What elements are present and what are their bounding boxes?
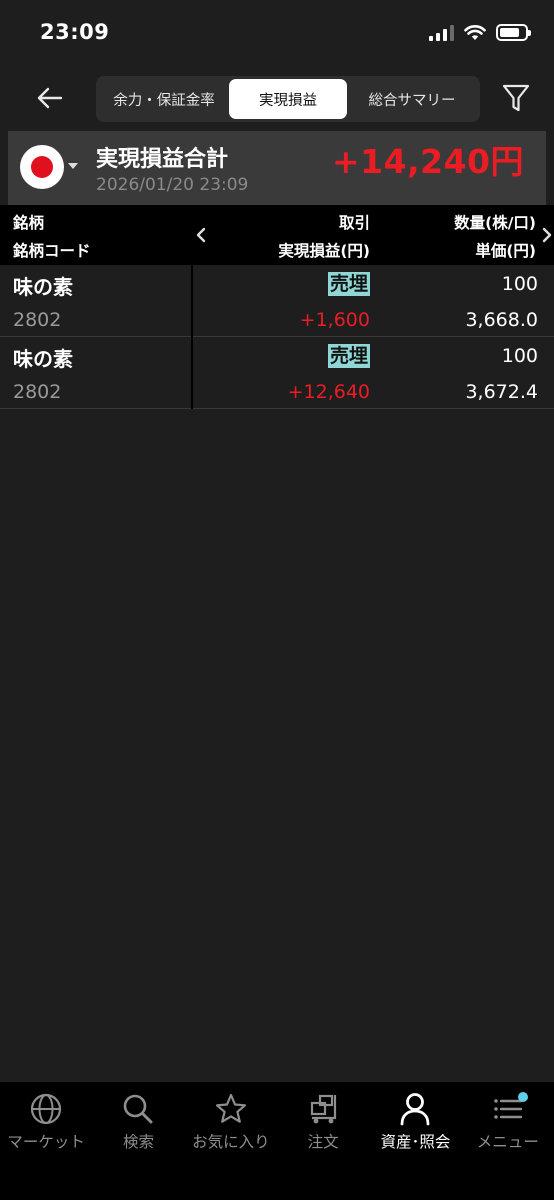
header-quantity: 数量(株/口) — [454, 214, 536, 232]
trade-type-badge: 売埋 — [327, 344, 370, 368]
filter-icon — [502, 84, 530, 112]
globe-icon — [31, 1093, 62, 1125]
tab-label: 資産･照会 — [380, 1133, 451, 1151]
summary-total: +14,240円 — [332, 142, 524, 181]
trade-type-badge: 売埋 — [327, 272, 370, 296]
status-bar: 23:09 — [0, 0, 554, 66]
realized-pl-list: 味の素 2802 売埋 +1,600 100 3,668.0 味の素 2802 … — [0, 265, 554, 409]
wifi-icon — [464, 24, 486, 40]
tab-search[interactable]: 検索 — [92, 1082, 184, 1162]
notification-dot — [517, 1092, 528, 1102]
quantity-value: 100 — [501, 345, 538, 367]
cart-icon — [311, 1094, 337, 1124]
caret-down-icon[interactable] — [68, 163, 78, 169]
column-divider — [191, 265, 193, 337]
chevron-left-icon[interactable] — [194, 227, 208, 243]
tab-market[interactable]: マーケット — [0, 1082, 92, 1162]
tab-margin-rate[interactable]: 余力・保証金率 — [99, 79, 229, 119]
stock-name: 味の素 — [13, 275, 73, 299]
tab-realized-pl[interactable]: 実現損益 — [228, 79, 348, 119]
tab-menu[interactable]: メニュー — [462, 1082, 554, 1162]
tab-label: マーケット — [7, 1133, 85, 1151]
tab-label: 注文 — [307, 1133, 339, 1151]
status-time: 23:09 — [40, 20, 110, 44]
cellular-signal-icon — [429, 24, 454, 41]
tab-favorites[interactable]: お気に入り — [185, 1082, 277, 1162]
filter-button[interactable] — [498, 80, 534, 116]
tab-total-summary[interactable]: 総合サマリー — [347, 79, 477, 119]
realized-pl-value: +1,600 — [299, 309, 370, 331]
header-realized-pl: 実現損益(円) — [278, 242, 370, 260]
summary-date: 2026/01/20 23:09 — [96, 175, 249, 195]
status-icons — [429, 24, 531, 41]
chevron-right-icon[interactable] — [540, 227, 554, 243]
bottom-tab-bar: マーケット 検索 お気に入り 注文 資産･照会 メニュー — [0, 1082, 554, 1200]
market-flag-selector[interactable] — [20, 145, 64, 189]
header: 余力・保証金率 実現損益 総合サマリー — [0, 66, 554, 130]
segmented-tabs: 余力・保証金率 実現損益 総合サマリー — [96, 76, 480, 122]
unit-price-value: 3,672.4 — [465, 381, 538, 403]
table-row[interactable]: 味の素 2802 売埋 +1,600 100 3,668.0 — [0, 265, 554, 337]
tab-label: メニュー — [476, 1133, 539, 1151]
battery-icon — [496, 24, 531, 41]
quantity-value: 100 — [501, 273, 538, 295]
tab-label: 検索 — [122, 1133, 154, 1151]
stock-code: 2802 — [13, 309, 62, 331]
person-icon — [401, 1093, 430, 1126]
header-stock-code: 銘柄コード — [13, 242, 91, 260]
realized-pl-summary: 実現損益合計 2026/01/20 23:09 +14,240円 — [8, 131, 546, 205]
summary-title: 実現損益合計 — [96, 147, 229, 172]
arrow-left-icon — [37, 87, 63, 109]
japan-flag-icon — [31, 156, 53, 178]
realized-pl-value: +12,640 — [287, 381, 370, 403]
unit-price-value: 3,668.0 — [465, 309, 538, 331]
star-icon — [215, 1093, 246, 1123]
search-icon — [124, 1094, 153, 1124]
stock-code: 2802 — [13, 381, 62, 403]
tab-order[interactable]: 注文 — [277, 1082, 369, 1162]
tab-label: お気に入り — [192, 1133, 270, 1151]
back-button[interactable] — [30, 80, 70, 116]
header-trade: 取引 — [338, 214, 370, 232]
table-header: 銘柄 銘柄コード 取引 実現損益(円) 数量(株/口) 単価(円) — [0, 205, 554, 265]
tab-assets[interactable]: 資産･照会 — [369, 1082, 461, 1162]
table-row[interactable]: 味の素 2802 売埋 +12,640 100 3,672.4 — [0, 337, 554, 409]
stock-name: 味の素 — [13, 347, 73, 371]
column-divider — [191, 337, 193, 409]
header-stock-name: 銘柄 — [13, 214, 45, 232]
header-unit-price: 単価(円) — [475, 242, 536, 260]
